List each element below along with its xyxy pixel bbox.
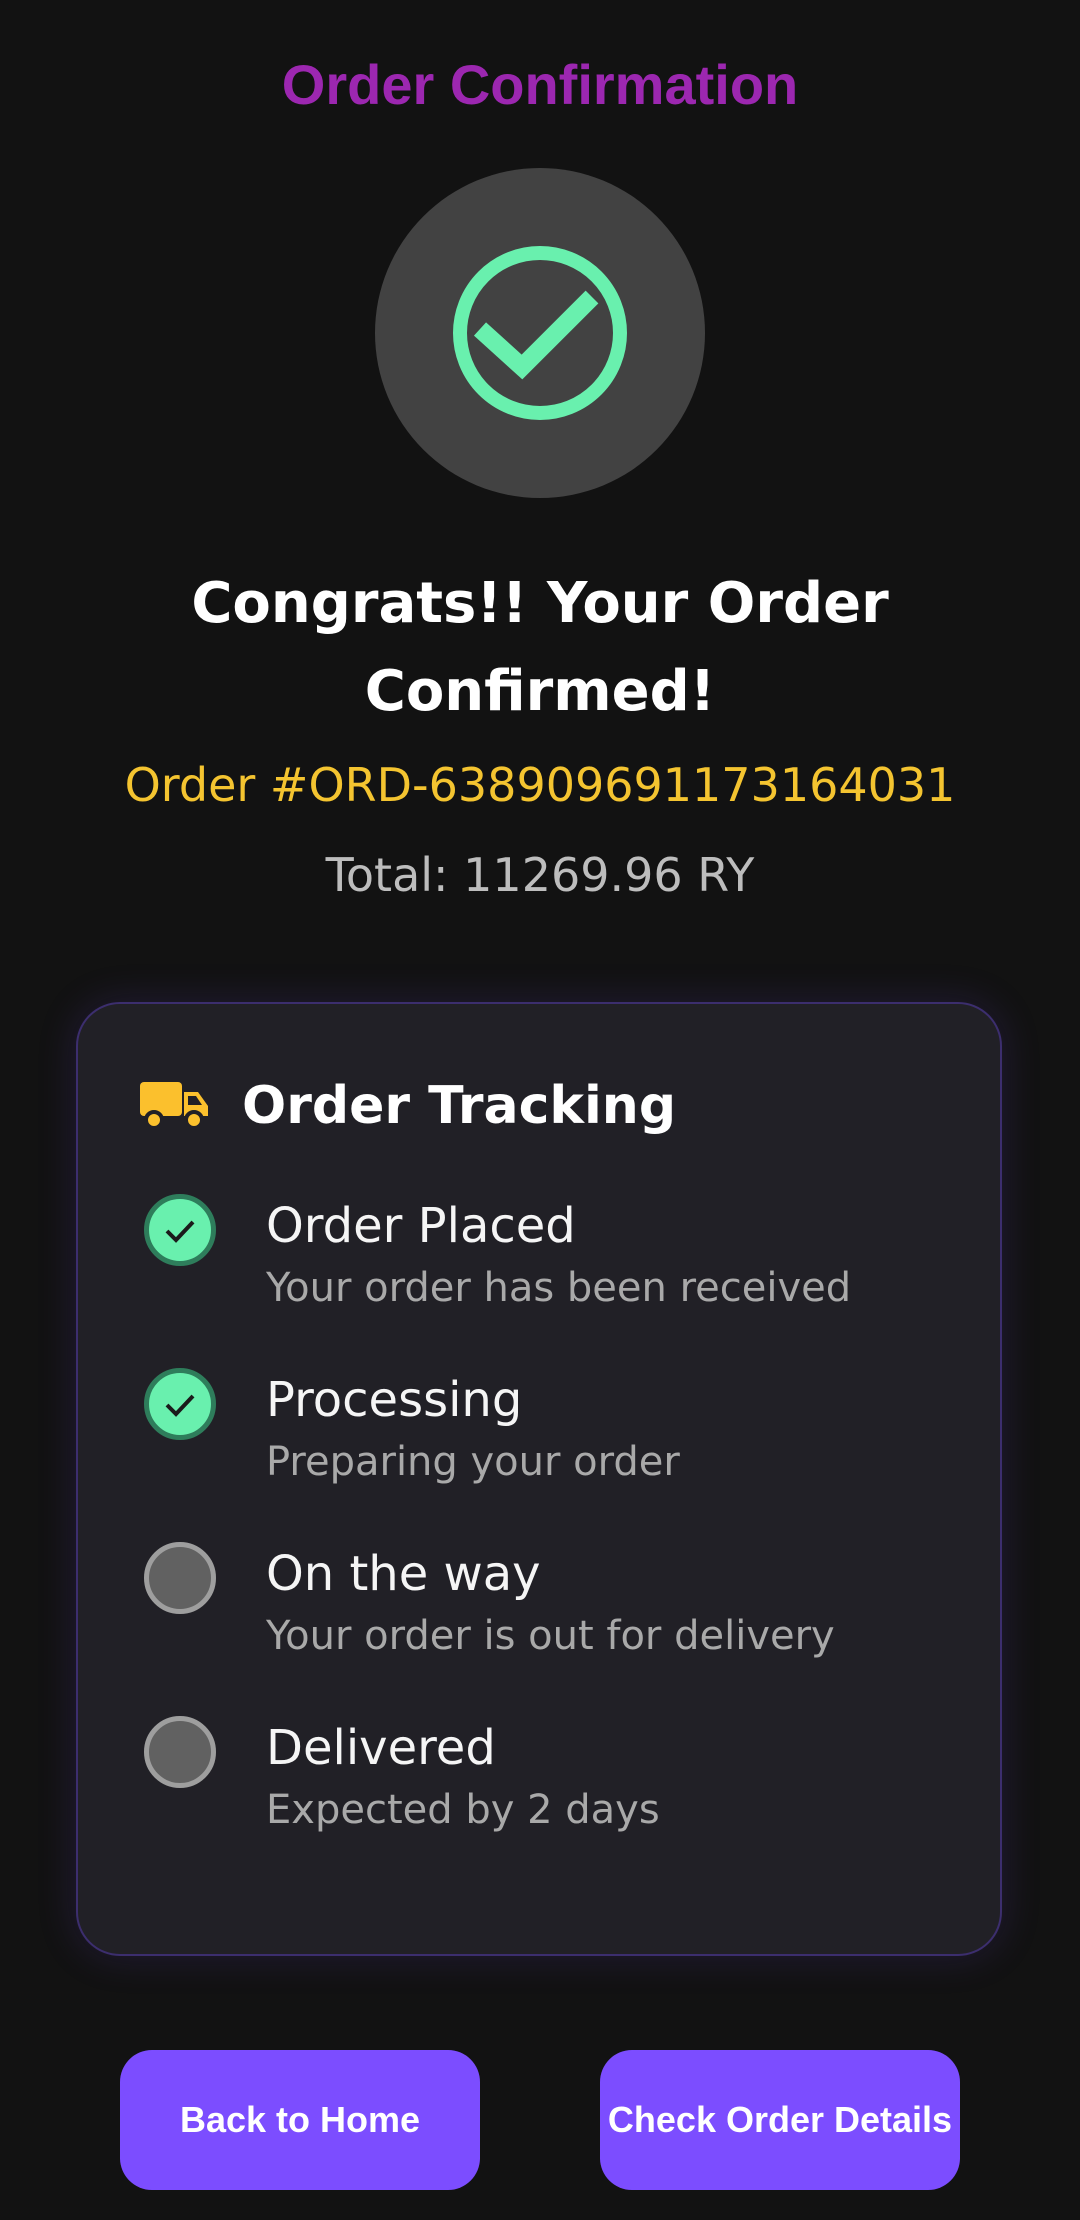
step-title: On the way (266, 1546, 541, 1602)
truck-icon (140, 1082, 208, 1130)
step-complete-icon (144, 1194, 216, 1266)
tracking-step-delivered: Delivered Expected by 2 days (144, 1716, 984, 1890)
order-total: Total: 11269.96 RY (325, 848, 755, 902)
check-circle-icon (453, 246, 627, 420)
step-title: Processing (266, 1372, 523, 1428)
back-to-home-button[interactable]: Back to Home (120, 2050, 480, 2190)
step-pending-icon (144, 1716, 216, 1788)
check-order-details-button[interactable]: Check Order Details (600, 2050, 960, 2190)
tracking-title: Order Tracking (242, 1076, 677, 1136)
tracking-step-order-placed: Order Placed Your order has been receive… (144, 1194, 984, 1368)
step-subtitle: Your order has been received (266, 1265, 852, 1311)
step-subtitle: Preparing your order (266, 1439, 680, 1485)
step-subtitle: Your order is out for delivery (266, 1613, 835, 1659)
step-complete-icon (144, 1368, 216, 1440)
confirmation-headline: Congrats!! Your Order Confirmed! (191, 571, 889, 724)
step-title: Delivered (266, 1720, 496, 1776)
page-title: Order Confirmation (281, 53, 799, 116)
tracking-step-on-the-way: On the way Your order is out for deliver… (144, 1542, 984, 1716)
step-subtitle: Expected by 2 days (266, 1787, 660, 1833)
order-number: Order #ORD-638909691173164031 (124, 758, 956, 812)
tracking-steps: Order Placed Your order has been receive… (144, 1194, 984, 1890)
step-pending-icon (144, 1542, 216, 1614)
tracking-step-processing: Processing Preparing your order (144, 1368, 984, 1542)
tracking-header: Order Tracking (140, 1076, 676, 1136)
success-badge (375, 168, 705, 498)
order-tracking-card: Order Tracking Order Placed Your order h… (76, 1002, 1002, 1956)
step-title: Order Placed (266, 1198, 576, 1254)
